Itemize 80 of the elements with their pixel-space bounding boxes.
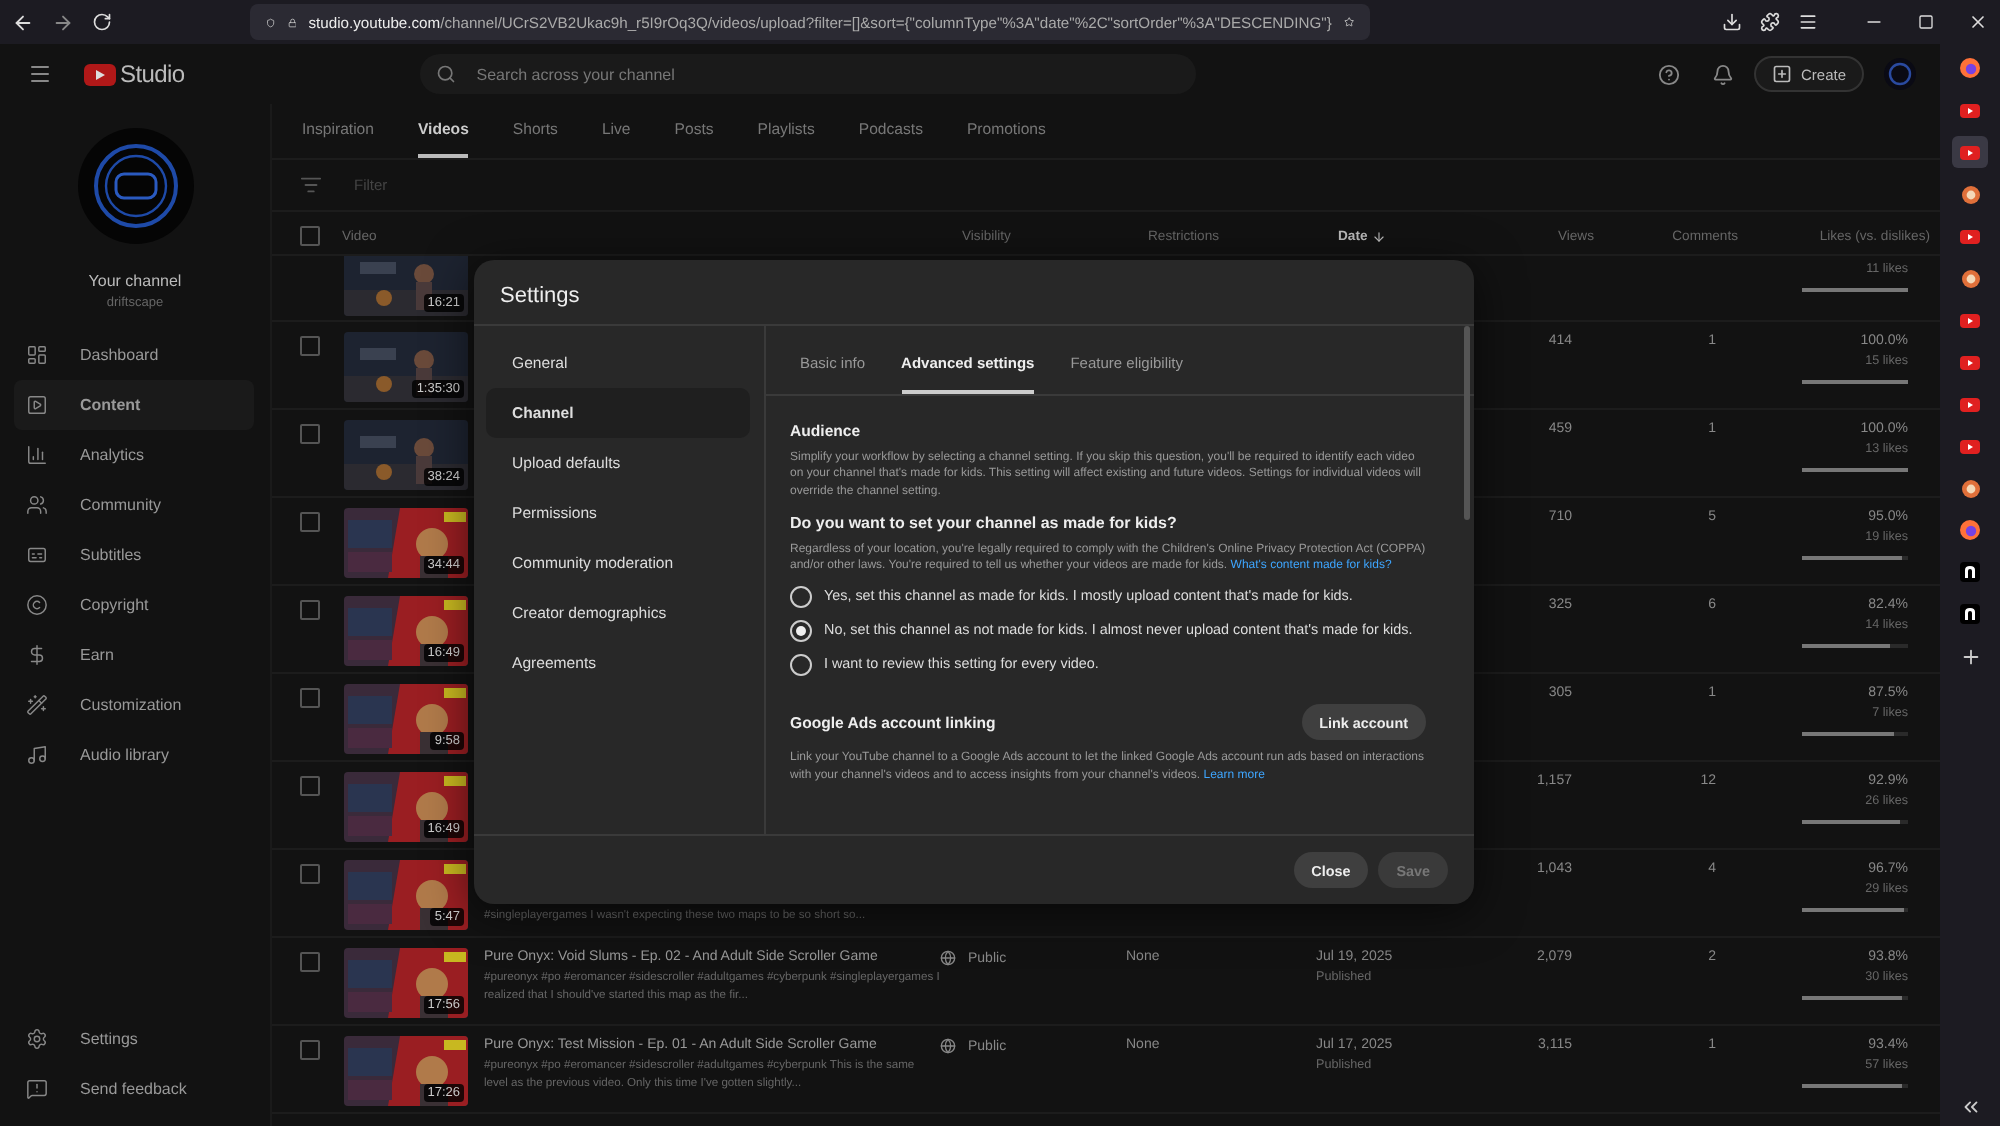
close-icon[interactable] (1968, 12, 1988, 32)
youtube-icon (1960, 439, 1980, 453)
row-checkbox[interactable] (300, 1040, 320, 1060)
radio-button[interactable] (790, 586, 812, 609)
settings-icon (26, 1028, 48, 1050)
chart-icon (26, 444, 48, 466)
youtube-icon (1960, 355, 1980, 369)
firefox-icon (1960, 58, 1980, 78)
menu-icon[interactable] (28, 62, 52, 86)
subtitles-icon (26, 544, 48, 566)
menu-icon[interactable] (1798, 12, 1818, 32)
row-checkbox[interactable] (300, 600, 320, 620)
row-checkbox[interactable] (300, 864, 320, 884)
row-checkbox[interactable] (300, 776, 320, 796)
download-icon[interactable] (1722, 12, 1742, 32)
globe-icon (940, 1038, 956, 1054)
n-logo-icon (1960, 604, 1980, 624)
studio-logo-text: Studio (120, 60, 185, 88)
search-field[interactable]: Search across your channel (420, 54, 1197, 94)
sidebar-item[interactable]: Community (14, 480, 254, 530)
row-checkbox[interactable] (300, 512, 320, 532)
video-icon (26, 394, 48, 416)
radio-button[interactable] (790, 654, 812, 677)
sort-arrow-icon (1371, 230, 1386, 244)
help-icon[interactable] (1658, 63, 1681, 85)
n-logo-icon (1960, 562, 1980, 582)
extensions-icon[interactable] (1760, 12, 1780, 32)
youtube-icon (1960, 145, 1980, 159)
radio-button[interactable] (790, 620, 812, 643)
dollar-icon (26, 644, 48, 666)
sidebar-item[interactable]: Content (14, 380, 254, 430)
avatar-icon (1961, 479, 1979, 497)
bell-icon[interactable] (1712, 63, 1735, 85)
select-all-checkbox[interactable] (300, 226, 320, 246)
youtube-icon (1960, 229, 1980, 243)
row-checkbox[interactable] (300, 424, 320, 444)
feedback-icon (26, 1078, 48, 1100)
maximize-icon[interactable] (1918, 14, 1934, 30)
bookmark-star-icon[interactable] (1343, 12, 1355, 32)
filter-icon[interactable] (300, 174, 322, 196)
search-icon (436, 64, 457, 84)
sidebar-item[interactable]: Earn (14, 630, 254, 680)
youtube-icon (1960, 103, 1980, 117)
sidebar-item[interactable]: Send feedback (14, 1064, 254, 1114)
wand-icon (26, 694, 48, 716)
globe-icon (940, 950, 956, 966)
question-heading: Do you want to set your channel as made for kids? (790, 513, 1179, 532)
dialog-title: Settings (474, 260, 1474, 326)
sidebar-item[interactable]: Subtitles (14, 530, 254, 580)
search-input[interactable]: Search across your channel (472, 63, 1181, 85)
sidebar-item[interactable]: Audio library (14, 730, 254, 780)
play-logo-icon (84, 63, 116, 85)
sidebar-item[interactable]: Settings (14, 1014, 254, 1064)
people-icon (26, 494, 48, 516)
music-icon (26, 744, 48, 766)
youtube-icon (1960, 397, 1980, 411)
add-icon (1959, 645, 1981, 667)
row-checkbox[interactable] (300, 952, 320, 972)
row-checkbox[interactable] (300, 336, 320, 356)
avatar-icon (1961, 269, 1979, 287)
reload-icon[interactable] (92, 12, 112, 32)
sidebar-item[interactable]: Analytics (14, 430, 254, 480)
sidebar-item[interactable]: Copyright (14, 580, 254, 630)
shield-icon (266, 13, 276, 31)
plus-square-icon (1772, 64, 1793, 84)
copyright-icon (26, 594, 48, 616)
collapse-icon[interactable] (1959, 1096, 1981, 1118)
sidebar-item[interactable]: Dashboard (14, 330, 254, 380)
channel-label: Your channel (86, 272, 184, 290)
channel-logo-icon[interactable] (89, 140, 181, 232)
youtube-icon (1960, 313, 1980, 327)
avatar-icon (1961, 185, 1979, 203)
sidebar-item[interactable]: Customization (14, 680, 254, 730)
lock-icon (287, 13, 297, 31)
row-checkbox[interactable] (300, 688, 320, 708)
scrollbar-thumb[interactable] (1464, 326, 1470, 520)
firefox-icon (1960, 520, 1980, 540)
forward-icon[interactable] (52, 11, 74, 33)
dashboard-icon (26, 344, 48, 366)
back-icon[interactable] (12, 11, 34, 33)
